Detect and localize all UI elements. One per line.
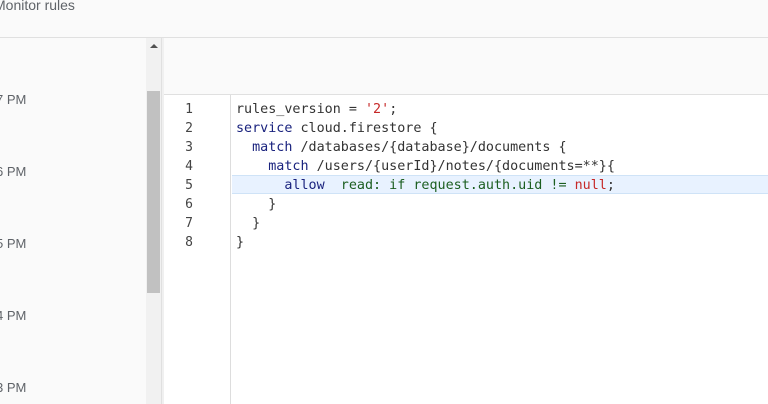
history-time-item[interactable]: 4 PM — [0, 308, 26, 324]
code-token: /databases/{database}/documents { — [292, 140, 567, 155]
code-token: /users/{userId}/notes/{documents=**}{ — [308, 159, 615, 174]
scrollbar-thumb[interactable] — [147, 91, 160, 293]
top-header: Monitor rules — [0, 0, 768, 38]
editor-toolbar — [164, 38, 768, 95]
code-token: null — [574, 178, 607, 193]
code-line[interactable]: allow read: if request.auth.uid != null; — [232, 175, 768, 194]
code-line[interactable]: } — [236, 233, 768, 252]
line-number: 3 — [185, 140, 193, 155]
page-title: Monitor rules — [0, 0, 75, 13]
line-number-gutter: 1 2 3 4 5 6 7 8 — [164, 95, 231, 404]
history-scrollbar[interactable] — [146, 38, 161, 404]
code-token: '2' — [365, 102, 390, 117]
code-token: } — [236, 235, 245, 250]
code-token: rules_version = — [236, 102, 365, 117]
line-number: 4 — [185, 159, 193, 174]
code-line[interactable]: match /databases/{database}/documents { — [236, 138, 768, 157]
code-token: allow — [284, 178, 325, 193]
code-editor[interactable]: 12345678 rules_version = '2'; service clo… — [164, 95, 768, 404]
code-line[interactable]: } — [236, 195, 768, 214]
line-number: 7 — [185, 216, 193, 231]
code-token: service — [236, 121, 293, 136]
code-token: match — [268, 159, 309, 174]
code-token: cloud.firestore { — [292, 121, 438, 136]
code-token: } — [236, 216, 261, 231]
line-number: 2 — [185, 121, 193, 136]
history-panel: 7 PM 6 PM 5 PM 4 PM 3 PM — [0, 38, 146, 404]
line-number: 1 — [185, 102, 193, 117]
history-time-item[interactable]: 5 PM — [0, 236, 26, 252]
code-token: ; — [389, 102, 398, 117]
code-token: ; — [606, 178, 615, 193]
code-token: match — [252, 140, 293, 155]
history-time-item[interactable]: 3 PM — [0, 380, 26, 396]
scroll-up-arrow-icon[interactable] — [146, 38, 161, 54]
line-number: 5 — [185, 178, 193, 193]
code-line[interactable]: service cloud.firestore { — [236, 119, 768, 138]
code-token: } — [236, 197, 277, 212]
code-token: read: if request.auth.uid != — [324, 178, 575, 193]
code-line[interactable]: rules_version = '2'; — [236, 100, 768, 119]
code-line[interactable]: } — [236, 214, 768, 233]
history-time-item[interactable]: 6 PM — [0, 164, 26, 180]
history-time-item[interactable]: 7 PM — [0, 92, 26, 108]
line-number: 6 — [185, 197, 193, 212]
line-number: 8 — [185, 235, 193, 250]
code-line[interactable]: match /users/{userId}/notes/{documents=*… — [236, 157, 768, 176]
